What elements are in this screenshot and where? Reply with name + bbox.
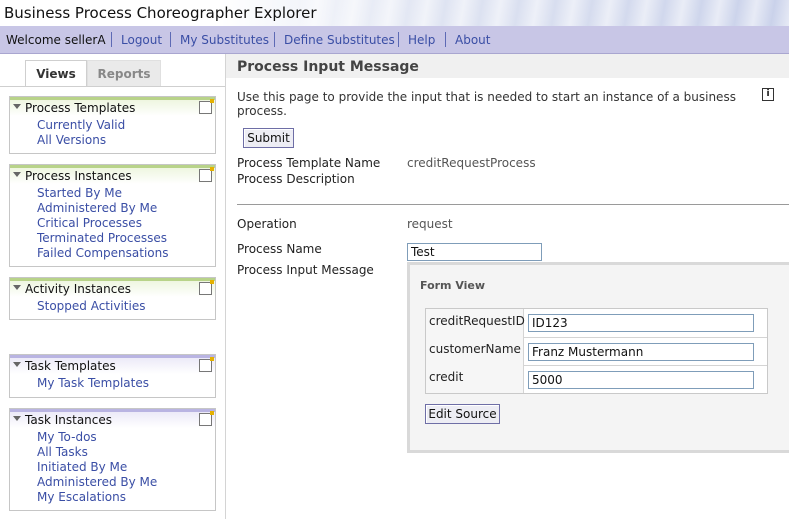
page-title: Process Input Message — [237, 59, 419, 75]
panel-header: Task Instances — [10, 409, 215, 428]
panel-title: Task Templates — [25, 359, 116, 373]
table-row: creditRequestID ID123 — [426, 309, 767, 338]
template-name-label: Process Template Name — [237, 156, 381, 170]
table-row: credit 5000 — [426, 365, 767, 393]
form-view-container: Form View creditRequestID ID123 customer… — [407, 262, 789, 453]
link-initiated-by-me[interactable]: Initiated By Me — [37, 460, 215, 475]
new-view-icon[interactable] — [199, 167, 214, 182]
sidebar: Views Reports Process Templates Currentl… — [0, 54, 226, 519]
panel-header: Activity Instances — [10, 278, 215, 297]
page-description: Use this page to provide the input that … — [237, 90, 736, 118]
new-view-icon[interactable] — [199, 411, 214, 426]
define-substitutes-link[interactable]: Define Substitutes — [284, 33, 395, 47]
page-header: Process Input Message — [226, 54, 789, 78]
link-terminated-processes[interactable]: Terminated Processes — [37, 231, 215, 246]
tab-reports[interactable]: Reports — [87, 60, 161, 87]
process-description-label: Process Description — [237, 172, 355, 186]
panel-activity-instances: Activity Instances Stopped Activities — [9, 277, 216, 320]
link-all-tasks[interactable]: All Tasks — [37, 445, 215, 460]
top-nav-bar: Welcome sellerA Logout My Substitutes De… — [0, 26, 789, 54]
new-view-icon[interactable] — [199, 99, 214, 114]
banner-decoration — [300, 0, 789, 26]
section-divider — [237, 204, 789, 205]
field-label: creditRequestID — [429, 314, 525, 328]
link-all-versions[interactable]: All Versions — [37, 133, 215, 148]
link-administered-by-me[interactable]: Administered By Me — [37, 201, 215, 216]
process-name-label: Process Name — [237, 242, 322, 256]
field-label: credit — [429, 370, 464, 384]
collapse-arrow-icon[interactable] — [13, 416, 21, 421]
welcome-text: Welcome sellerA — [6, 33, 106, 47]
info-icon[interactable]: i — [762, 88, 774, 101]
nav-separator — [274, 32, 275, 47]
form-view-title: Form View — [420, 279, 486, 292]
link-task-administered-by-me[interactable]: Administered By Me — [37, 475, 215, 490]
panel-title: Process Templates — [25, 101, 136, 115]
panel-title: Task Instances — [25, 413, 113, 427]
operation-value: request — [407, 217, 453, 231]
panel-title: Process Instances — [25, 169, 132, 183]
help-link[interactable]: Help — [408, 33, 435, 47]
link-my-escalations[interactable]: My Escalations — [37, 490, 215, 505]
customer-name-input[interactable]: Franz Mustermann — [528, 343, 754, 361]
credit-request-id-input[interactable]: ID123 — [528, 314, 754, 332]
panel-process-templates: Process Templates Currently Valid All Ve… — [9, 96, 216, 154]
panel-process-instances: Process Instances Started By Me Administ… — [9, 164, 216, 267]
link-critical-processes[interactable]: Critical Processes — [37, 216, 215, 231]
process-input-message-label: Process Input Message — [237, 263, 374, 277]
link-currently-valid[interactable]: Currently Valid — [37, 118, 215, 133]
panel-title: Activity Instances — [25, 282, 131, 296]
tab-views[interactable]: Views — [25, 60, 87, 87]
submit-button[interactable]: Submit — [243, 128, 294, 148]
my-substitutes-link[interactable]: My Substitutes — [180, 33, 269, 47]
collapse-arrow-icon[interactable] — [13, 285, 21, 290]
tab-divider — [0, 86, 225, 87]
nav-separator — [111, 32, 112, 47]
link-my-task-templates[interactable]: My Task Templates — [37, 376, 215, 391]
link-started-by-me[interactable]: Started By Me — [37, 186, 215, 201]
nav-separator — [170, 32, 171, 47]
panel-header: Process Instances — [10, 165, 215, 184]
panel-header: Task Templates — [10, 355, 215, 374]
new-view-icon[interactable] — [199, 280, 214, 295]
about-link[interactable]: About — [455, 33, 490, 47]
title-banner: Business Process Choreographer Explorer — [0, 0, 789, 26]
credit-input[interactable]: 5000 — [528, 371, 754, 389]
collapse-arrow-icon[interactable] — [13, 172, 21, 177]
link-failed-compensations[interactable]: Failed Compensations — [37, 246, 215, 261]
nav-separator — [445, 32, 446, 47]
app-title: Business Process Choreographer Explorer — [4, 4, 317, 22]
panel-task-templates: Task Templates My Task Templates — [9, 354, 216, 398]
edit-source-button[interactable]: Edit Source — [425, 404, 500, 424]
logout-link[interactable]: Logout — [121, 33, 162, 47]
field-label: customerName — [429, 342, 521, 356]
nav-separator — [398, 32, 399, 47]
new-view-icon[interactable] — [199, 357, 214, 372]
process-name-input[interactable]: Test — [407, 243, 542, 261]
main-content: Process Input Message Use this page to p… — [226, 54, 789, 519]
table-row: customerName Franz Mustermann — [426, 337, 767, 366]
panel-header: Process Templates — [10, 97, 215, 116]
collapse-arrow-icon[interactable] — [13, 362, 21, 367]
panel-task-instances: Task Instances My To-dos All Tasks Initi… — [9, 408, 216, 511]
operation-label: Operation — [237, 217, 297, 231]
collapse-arrow-icon[interactable] — [13, 104, 21, 109]
link-stopped-activities[interactable]: Stopped Activities — [37, 299, 215, 314]
template-name-value: creditRequestProcess — [407, 156, 536, 170]
form-fields-table: creditRequestID ID123 customerName Franz… — [425, 308, 768, 394]
link-my-todos[interactable]: My To-dos — [37, 430, 215, 445]
